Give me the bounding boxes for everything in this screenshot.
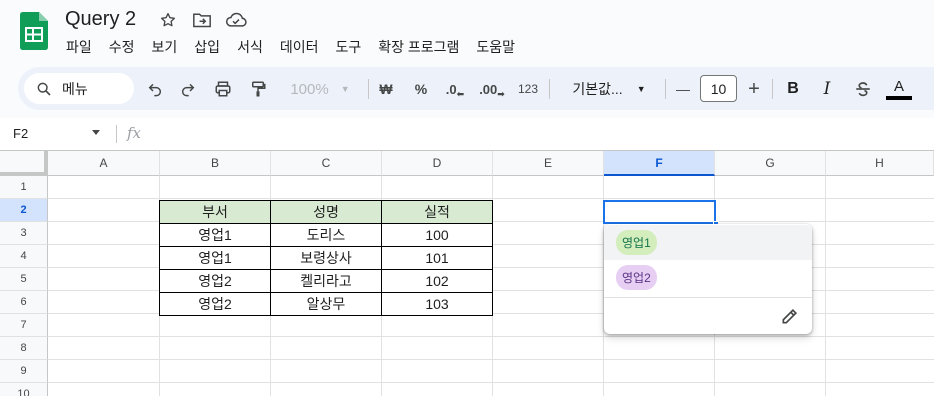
paint-format-icon[interactable]: [247, 76, 269, 102]
pencil-edit-icon[interactable]: [780, 306, 800, 326]
table-cell[interactable]: 영업2: [160, 292, 270, 315]
formula-bar: F2 fx: [0, 118, 934, 150]
move-folder-icon[interactable]: [191, 9, 213, 31]
row-header-5[interactable]: 5: [0, 268, 48, 291]
column-header-e[interactable]: E: [493, 151, 604, 176]
bold-button[interactable]: B: [784, 76, 802, 102]
name-box[interactable]: F2: [13, 126, 28, 141]
font-size-input[interactable]: 10: [700, 75, 737, 102]
dropdown-options-menu: 영업1 영업2: [604, 224, 812, 334]
zoom-value: 100%: [290, 80, 329, 98]
column-header-f[interactable]: F: [604, 151, 715, 176]
table-cell[interactable]: 알상무: [271, 292, 381, 315]
table-cell[interactable]: 101: [382, 246, 492, 269]
undo-icon[interactable]: [144, 76, 166, 102]
increase-font-size-button[interactable]: +: [745, 76, 763, 102]
text-color-swatch: [886, 95, 912, 100]
table-cell[interactable]: 켈리라고: [271, 269, 381, 292]
decrease-font-size-button[interactable]: —: [674, 76, 692, 102]
fx-icon: fx: [127, 124, 142, 142]
menu-format[interactable]: 서식: [237, 37, 271, 57]
font-dropdown-icon: ▼: [636, 84, 646, 94]
menu-search-label: 메뉴: [62, 80, 88, 97]
option-chip: 영업1: [616, 230, 657, 255]
zoom-select[interactable]: 100% ▼: [284, 76, 356, 102]
sheets-logo-icon[interactable]: [20, 12, 48, 50]
table-header-cell[interactable]: 실적: [382, 200, 492, 223]
more-formats-button[interactable]: 123: [516, 76, 540, 102]
row-header-2[interactable]: 2: [0, 199, 48, 222]
menu-help[interactable]: 도움말: [476, 37, 523, 57]
percent-format-button[interactable]: %: [413, 76, 429, 102]
column-header-b[interactable]: B: [160, 151, 271, 176]
increase-decimal-button[interactable]: .00 ➡: [479, 76, 505, 102]
decrease-decimal-button[interactable]: .0 ⬅: [443, 76, 467, 102]
menu-view[interactable]: 보기: [152, 37, 186, 57]
row-header-3[interactable]: 3: [0, 222, 48, 245]
table-cell[interactable]: 보령상사: [271, 246, 381, 269]
dropdown-option-2[interactable]: 영업2: [604, 260, 812, 295]
row-header-4[interactable]: 4: [0, 245, 48, 268]
cloud-saved-icon[interactable]: [225, 9, 247, 31]
row-header-6[interactable]: 6: [0, 291, 48, 314]
table-cell[interactable]: 영업1: [160, 246, 270, 269]
menu-extensions[interactable]: 확장 프로그램: [378, 37, 467, 57]
star-icon[interactable]: [157, 9, 179, 31]
table-cell[interactable]: 영업2: [160, 269, 270, 292]
row-header-10[interactable]: 10: [0, 383, 48, 396]
table-header-cell[interactable]: 성명: [271, 200, 381, 223]
document-title[interactable]: Query 2: [65, 8, 136, 31]
menu-bar: 파일 수정 보기 삽입 서식 데이터 도구 확장 프로그램 도움말: [66, 37, 532, 57]
italic-button[interactable]: I: [818, 76, 836, 102]
toolbar: 메뉴 100% ▼ ₩ % .0 ⬅ .00 ➡ 123 기본값... ▼ — …: [18, 67, 934, 110]
text-color-button[interactable]: A: [886, 76, 912, 102]
table-cell[interactable]: 도리스: [271, 223, 381, 246]
sheets-app: Query 2 파일 수정 보기 삽입 서식 데이터 도구 확장 프로그램 도움…: [0, 0, 934, 396]
redo-icon[interactable]: [177, 76, 199, 102]
column-header-d[interactable]: D: [382, 151, 493, 176]
column-header-g[interactable]: G: [715, 151, 826, 176]
menu-edit[interactable]: 수정: [109, 37, 143, 57]
active-cell-f2[interactable]: [603, 200, 716, 224]
table-cell[interactable]: 100: [382, 223, 492, 246]
row-header-9[interactable]: 9: [0, 360, 48, 383]
zoom-dropdown-icon: ▼: [340, 84, 350, 94]
menu-insert[interactable]: 삽입: [194, 37, 228, 57]
dropdown-option-1[interactable]: 영업1: [604, 225, 812, 260]
table-cell[interactable]: 103: [382, 292, 492, 315]
column-header-a[interactable]: A: [48, 151, 160, 176]
currency-format-button[interactable]: ₩: [378, 76, 394, 102]
row-header-7[interactable]: 7: [0, 314, 48, 337]
table-cell[interactable]: 102: [382, 269, 492, 292]
font-family-value: 기본값...: [572, 81, 623, 97]
select-all-corner[interactable]: [0, 151, 48, 176]
menu-data[interactable]: 데이터: [280, 37, 327, 57]
font-family-select[interactable]: 기본값... ▼: [566, 76, 652, 102]
menu-search[interactable]: 메뉴: [24, 73, 134, 104]
search-icon: [37, 82, 51, 96]
option-chip: 영업2: [616, 265, 657, 290]
strikethrough-icon[interactable]: [852, 76, 874, 102]
name-box-dropdown-icon[interactable]: [92, 130, 100, 135]
column-header-h[interactable]: H: [826, 151, 934, 176]
menu-tools[interactable]: 도구: [335, 37, 369, 57]
row-header-8[interactable]: 8: [0, 337, 48, 360]
print-icon[interactable]: [212, 76, 234, 102]
table-header-cell[interactable]: 부서: [160, 200, 270, 223]
column-header-c[interactable]: C: [271, 151, 382, 176]
table-cell[interactable]: 영업1: [160, 223, 270, 246]
menu-file[interactable]: 파일: [66, 37, 100, 57]
row-header-1[interactable]: 1: [0, 176, 48, 199]
